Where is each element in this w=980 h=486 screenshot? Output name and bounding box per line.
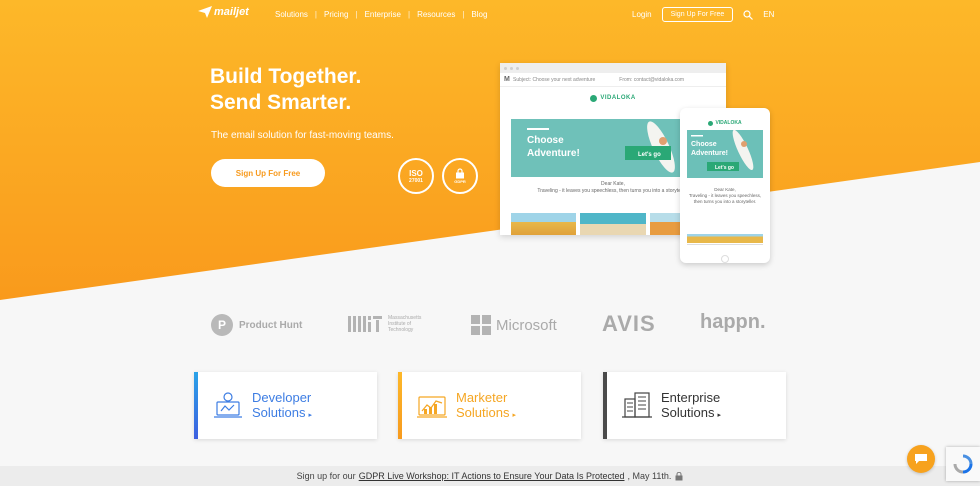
vidaloka-icon bbox=[708, 120, 714, 126]
nav-link-resources[interactable]: Resources bbox=[410, 10, 462, 19]
marketer-solutions-card[interactable]: Marketer Solutions ▸ bbox=[398, 372, 581, 439]
recaptcha-badge[interactable] bbox=[946, 447, 980, 481]
gdpr-workshop-banner: Sign up for our GDPR Live Workshop: IT A… bbox=[0, 466, 980, 486]
mit-logo: Massachusetts Institute of Technology bbox=[348, 314, 421, 334]
developer-solutions-card[interactable]: Developer Solutions ▸ bbox=[194, 372, 377, 439]
gmail-icon: M bbox=[504, 76, 510, 83]
vidaloka-logo: VIDALOKA bbox=[687, 116, 763, 130]
hero-signup-button[interactable]: Sign Up For Free bbox=[211, 159, 325, 187]
client-logos: P Product Hunt Massachusetts Institute o… bbox=[0, 306, 980, 346]
mobile-email-banner: Choose Adventure! Let's go bbox=[687, 129, 763, 178]
top-navigation: mailjet Solutions | Pricing | Enterprise… bbox=[0, 0, 980, 32]
nav-right: Login Sign Up For Free EN bbox=[632, 7, 774, 22]
email-from: From: contact@vidaloka.com bbox=[619, 76, 685, 83]
lock-icon bbox=[675, 471, 683, 480]
hero-background bbox=[0, 0, 980, 300]
microsoft-logo: Microsoft bbox=[471, 315, 557, 335]
phone-home-button bbox=[721, 255, 729, 263]
marketer-chart-icon bbox=[417, 396, 447, 418]
banner-headline: Choose bbox=[527, 135, 564, 146]
mobile-email-body: Dear Kate, Traveling - it leaves you spe… bbox=[687, 187, 763, 205]
mobile-toolbar bbox=[687, 244, 763, 252]
hero-title-line1: Build Together. bbox=[210, 65, 362, 88]
mobile-email-body-text: Traveling - it leaves you speechless, th… bbox=[688, 193, 762, 204]
mobile-email-preview: VIDALOKA Choose Adventure! Let's go Dear… bbox=[680, 108, 770, 263]
caret-right-icon: ▸ bbox=[512, 412, 516, 419]
mobile-thumbnail bbox=[687, 234, 763, 243]
vidaloka-logo: VIDALOKA bbox=[500, 87, 726, 109]
banner-prefix: Sign up for our bbox=[296, 471, 356, 481]
search-icon[interactable] bbox=[743, 9, 754, 20]
nav-link-solutions[interactable]: Solutions bbox=[268, 10, 315, 19]
nav-separator: | bbox=[408, 10, 411, 19]
nav-signup-button[interactable]: Sign Up For Free bbox=[661, 7, 734, 22]
caret-right-icon: ▸ bbox=[308, 412, 312, 419]
microsoft-windows-icon bbox=[471, 315, 491, 335]
phone-screen: VIDALOKA Choose Adventure! Let's go Dear… bbox=[687, 116, 763, 252]
enterprise-solutions-card[interactable]: Enterprise Solutions ▸ bbox=[603, 372, 786, 439]
email-header: M Subject: Choose your next adventure Fr… bbox=[500, 73, 726, 87]
nav-link-enterprise[interactable]: Enterprise bbox=[358, 10, 408, 19]
nav-separator: | bbox=[462, 10, 465, 19]
svg-text:Adventure!: Adventure! bbox=[691, 150, 728, 157]
svg-text:Let's go: Let's go bbox=[715, 165, 734, 171]
happn-logo: happn. bbox=[700, 311, 766, 333]
beach-thumbnail bbox=[580, 213, 646, 235]
caret-right-icon: ▸ bbox=[717, 412, 721, 419]
nav-separator: | bbox=[314, 10, 317, 19]
vidaloka-icon bbox=[590, 94, 598, 102]
recaptcha-icon bbox=[953, 454, 973, 474]
developer-laptop-icon bbox=[214, 392, 242, 418]
gdpr-workshop-link[interactable]: GDPR Live Workshop: IT Actions to Ensure… bbox=[359, 471, 625, 481]
chat-bubble-icon bbox=[915, 454, 927, 464]
card-accent-bar bbox=[603, 372, 607, 439]
card-accent-bar bbox=[194, 372, 198, 439]
enterprise-building-icon bbox=[622, 392, 652, 418]
language-selector[interactable]: EN bbox=[763, 10, 774, 19]
mit-icon bbox=[348, 316, 382, 332]
nav-link-blog[interactable]: Blog bbox=[464, 10, 494, 19]
login-link[interactable]: Login bbox=[632, 10, 652, 19]
nav-separator: | bbox=[355, 10, 358, 19]
hero-title-line2: Send Smarter. bbox=[210, 91, 352, 114]
window-dot bbox=[504, 66, 507, 70]
developer-solutions-label: Developer Solutions ▸ bbox=[252, 390, 312, 420]
beach-thumbnail bbox=[511, 213, 577, 235]
hero-title: Build Together. Send Smarter. bbox=[210, 64, 361, 116]
banner-suffix: , May 11th. bbox=[627, 471, 672, 481]
hero-subtitle: The email solution for fast-moving teams… bbox=[211, 130, 394, 141]
gdpr-badge: GDPR bbox=[442, 158, 478, 194]
svg-text:Adventure!: Adventure! bbox=[527, 148, 580, 159]
producthunt-icon: P bbox=[211, 314, 233, 336]
chat-button[interactable] bbox=[907, 445, 935, 473]
lock-icon bbox=[456, 168, 464, 179]
marketer-solutions-label: Marketer Solutions ▸ bbox=[456, 390, 516, 420]
paper-plane-icon bbox=[198, 6, 212, 18]
window-dot bbox=[516, 66, 519, 70]
window-bar bbox=[500, 63, 726, 73]
avis-logo: AVIS bbox=[602, 311, 656, 336]
enterprise-solutions-label: Enterprise Solutions ▸ bbox=[661, 390, 721, 420]
iso-badge: ISO 27001 bbox=[398, 158, 434, 194]
svg-text:Choose: Choose bbox=[691, 141, 717, 148]
email-subject: Subject: Choose your next adventure bbox=[513, 76, 596, 83]
nav-link-pricing[interactable]: Pricing bbox=[317, 10, 355, 19]
banner-button: Let's go bbox=[638, 152, 661, 158]
window-dot bbox=[510, 66, 513, 70]
nav-links: Solutions | Pricing | Enterprise | Resou… bbox=[268, 10, 494, 19]
producthunt-logo: P Product Hunt bbox=[211, 314, 302, 336]
mailjet-logo[interactable]: mailjet bbox=[198, 6, 249, 18]
card-accent-bar bbox=[398, 372, 402, 439]
